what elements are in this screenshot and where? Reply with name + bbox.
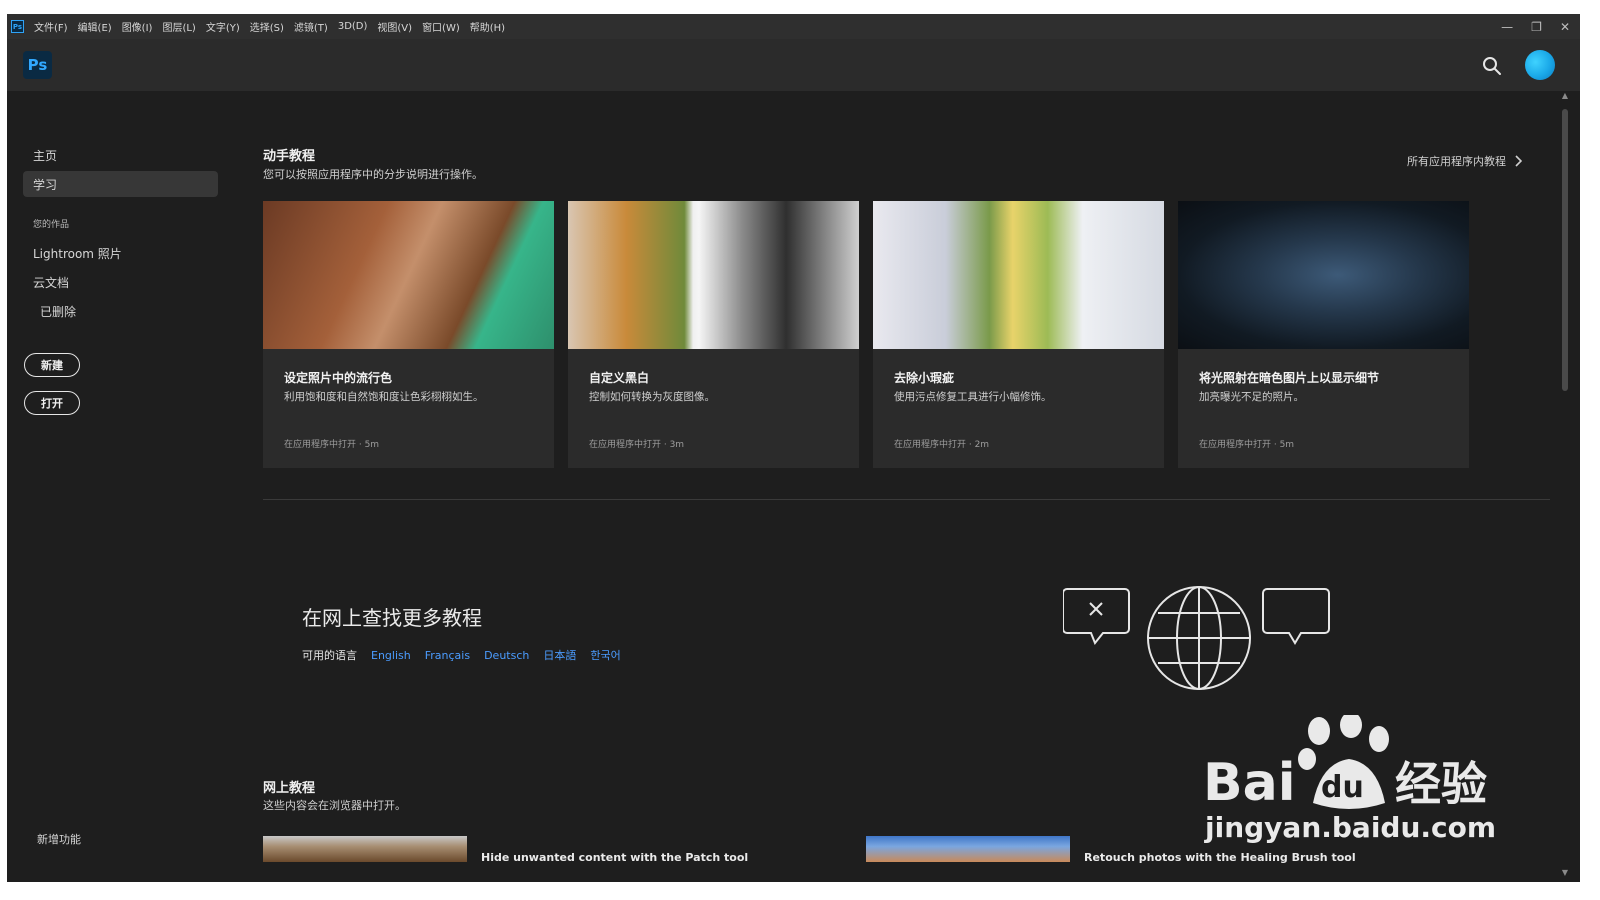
menu-bar: Ps 文件(F) 编辑(E) 图像(I) 图层(L) 文字(Y) 选择(S) 滤… <box>7 14 1580 39</box>
card-image-flowers <box>873 201 1164 349</box>
menu-image[interactable]: 图像(I) <box>122 19 153 34</box>
language-link-english[interactable]: English <box>371 649 411 662</box>
hands-on-subtitle: 您可以按照应用程序中的分步说明进行操作。 <box>263 168 483 181</box>
main-content: 动手教程 您可以按照应用程序中的分步说明进行操作。 所有应用程序内教程 设定照片… <box>263 91 1550 882</box>
online-tutorial-title[interactable]: Retouch photos with the Healing Brush to… <box>1084 851 1356 864</box>
scroll-thumb[interactable] <box>1562 109 1568 391</box>
scroll-up-icon[interactable]: ▲ <box>1560 91 1570 101</box>
menu-filter[interactable]: 滤镜(T) <box>294 19 328 34</box>
sidebar-item-deleted[interactable]: 已删除 <box>40 303 76 320</box>
language-list: 可用的语言 English Français Deutsch 日本語 한국어 <box>302 647 621 663</box>
card-title: 将光照射在暗色图片上以显示细节 <box>1199 371 1380 385</box>
card-description: 利用饱和度和自然饱和度让色彩栩栩如生。 <box>284 391 484 403</box>
minimize-button[interactable]: — <box>1501 20 1513 34</box>
close-button[interactable]: ✕ <box>1560 20 1570 34</box>
card-image-gorilla <box>1178 201 1469 349</box>
sidebar-item-cloud-docs[interactable]: 云文档 <box>33 274 69 291</box>
app-header: Ps <box>7 39 1580 91</box>
scrollbar[interactable]: ▲ ▼ <box>1560 91 1570 882</box>
menu-type[interactable]: 文字(Y) <box>206 19 240 34</box>
tutorial-card[interactable]: 去除小瑕疵 使用污点修复工具进行小幅修饰。 在应用程序中打开 · 2m <box>873 201 1164 468</box>
card-description: 加亮曝光不足的照片。 <box>1199 391 1304 403</box>
sidebar-item-learn[interactable]: 学习 <box>33 176 57 193</box>
chevron-right-icon <box>1515 155 1522 167</box>
language-link-korean[interactable]: 한국어 <box>590 647 620 663</box>
all-tutorials-link[interactable]: 所有应用程序内教程 <box>1407 153 1522 169</box>
hands-on-title: 动手教程 <box>263 149 316 164</box>
section-divider <box>263 499 1550 500</box>
card-image-portrait <box>263 201 554 349</box>
photoshop-window: Ps 文件(F) 编辑(E) 图像(I) 图层(L) 文字(Y) 选择(S) 滤… <box>7 14 1580 882</box>
restore-button[interactable]: ❐ <box>1531 20 1542 34</box>
card-description: 控制如何转换为灰度图像。 <box>589 391 715 403</box>
sidebar-item-home[interactable]: 主页 <box>33 147 57 164</box>
globe-speech-illustration <box>1063 586 1330 690</box>
photoshop-logo[interactable]: Ps <box>23 51 52 79</box>
menu-layer[interactable]: 图层(L) <box>162 19 195 34</box>
tutorial-card[interactable]: 自定义黑白 控制如何转换为灰度图像。 在应用程序中打开 · 3m <box>568 201 859 468</box>
card-meta: 在应用程序中打开 · 5m <box>284 440 380 450</box>
sidebar: 主页 学习 您的作品 Lightroom 照片 云文档 已删除 新建 打开 <box>7 91 242 882</box>
online-tutorial-title[interactable]: Hide unwanted content with the Patch too… <box>481 851 748 864</box>
all-tutorials-label: 所有应用程序内教程 <box>1407 155 1506 168</box>
menu-select[interactable]: 选择(S) <box>250 19 284 34</box>
menu-edit[interactable]: 编辑(E) <box>78 19 112 34</box>
app-mini-icon: Ps <box>11 20 24 33</box>
card-meta: 在应用程序中打开 · 2m <box>894 440 990 450</box>
window-controls: — ❐ ✕ <box>1501 14 1570 39</box>
languages-label: 可用的语言 <box>302 649 357 662</box>
menu-view[interactable]: 视图(V) <box>377 19 412 34</box>
sidebar-item-lightroom[interactable]: Lightroom 照片 <box>33 245 122 262</box>
menu-3d[interactable]: 3D(D) <box>338 21 368 32</box>
online-tutorials-title: 网上教程 <box>263 781 316 796</box>
menu-window[interactable]: 窗口(W) <box>422 19 460 34</box>
card-image-florist <box>568 201 859 349</box>
card-meta: 在应用程序中打开 · 5m <box>1199 440 1295 450</box>
card-meta: 在应用程序中打开 · 3m <box>589 440 685 450</box>
tutorial-card[interactable]: 设定照片中的流行色 利用饱和度和自然饱和度让色彩栩栩如生。 在应用程序中打开 ·… <box>263 201 554 468</box>
language-link-german[interactable]: Deutsch <box>484 649 529 662</box>
card-title: 自定义黑白 <box>589 371 650 385</box>
whats-new-link[interactable]: 新增功能 <box>37 831 81 847</box>
avatar[interactable] <box>1525 50 1555 80</box>
language-link-japanese[interactable]: 日本語 <box>543 647 576 663</box>
scroll-down-icon[interactable]: ▼ <box>1560 868 1570 878</box>
online-tutorial-thumbnail[interactable] <box>263 836 467 862</box>
card-description: 使用污点修复工具进行小幅修饰。 <box>894 391 1052 403</box>
language-link-french[interactable]: Français <box>425 649 470 662</box>
menu-file[interactable]: 文件(F) <box>34 19 68 34</box>
web-tutorials-title: 在网上查找更多教程 <box>302 606 482 630</box>
search-icon[interactable] <box>1482 56 1502 76</box>
online-tutorials-subtitle: 这些内容会在浏览器中打开。 <box>263 799 406 812</box>
card-title: 去除小瑕疵 <box>894 371 955 385</box>
online-tutorial-thumbnail[interactable] <box>866 836 1070 862</box>
tutorial-card[interactable]: 将光照射在暗色图片上以显示细节 加亮曝光不足的照片。 在应用程序中打开 · 5m <box>1178 201 1469 468</box>
new-button[interactable]: 新建 <box>24 353 80 377</box>
card-title: 设定照片中的流行色 <box>284 371 393 385</box>
open-button[interactable]: 打开 <box>24 391 80 415</box>
menu-help[interactable]: 帮助(H) <box>470 19 505 34</box>
sidebar-section-your-work: 您的作品 <box>33 220 70 230</box>
tutorial-cards: 设定照片中的流行色 利用饱和度和自然饱和度让色彩栩栩如生。 在应用程序中打开 ·… <box>263 201 1469 468</box>
